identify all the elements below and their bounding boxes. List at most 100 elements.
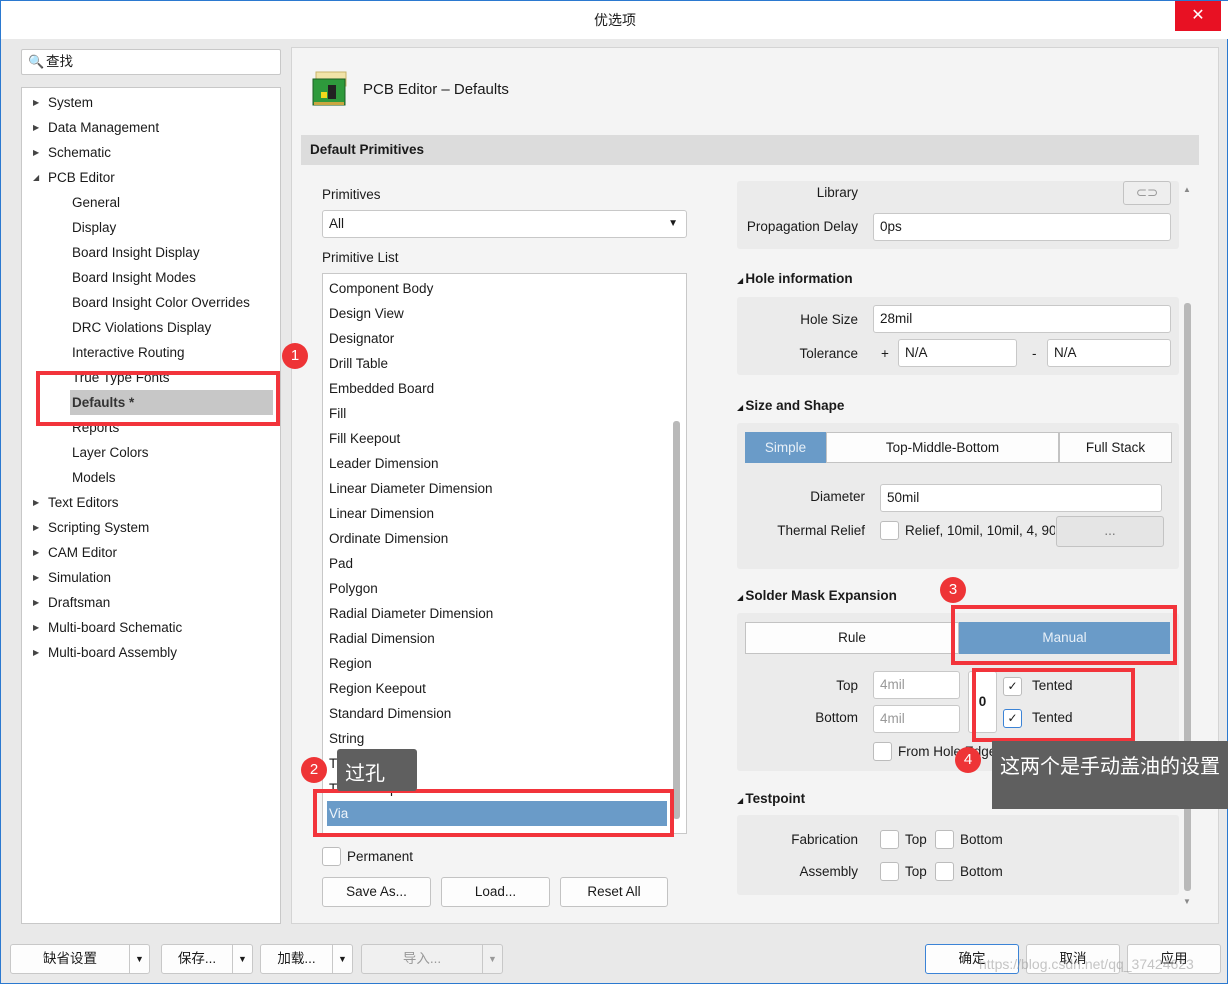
save-as-button[interactable]: Save As...: [322, 877, 431, 907]
collapsed-arrow-icon[interactable]: ▶: [33, 590, 39, 615]
tab-rule[interactable]: Rule: [745, 622, 959, 654]
tree-item[interactable]: Interactive Routing: [72, 340, 185, 365]
annotation-box-manual: [951, 605, 1177, 665]
primitive-list-item[interactable]: Embedded Board: [329, 376, 434, 401]
import-button[interactable]: 导入... ▼: [361, 944, 503, 974]
primitive-list-item[interactable]: Drill Table: [329, 351, 388, 376]
asm-bottom-checkbox[interactable]: [935, 862, 954, 881]
collapsed-arrow-icon[interactable]: ▶: [33, 140, 39, 165]
primitive-list-item[interactable]: Region Keepout: [329, 676, 426, 701]
primitive-list-item[interactable]: Radial Dimension: [329, 626, 435, 651]
close-button[interactable]: ✕: [1175, 1, 1221, 31]
settings-tree: ▶ System ▶ Data Management ▶ Schematic ◢ PCB Ed…: [21, 87, 281, 924]
tree-item[interactable]: ◢ PCB Editor: [33, 165, 115, 190]
mask-bottom-input[interactable]: 4mil: [873, 705, 960, 733]
chevron-down-icon[interactable]: ▼: [482, 945, 502, 973]
tree-item-label: Text Editors: [48, 495, 119, 510]
load-menu-button[interactable]: 加载... ▼: [260, 944, 353, 974]
primitive-list-item[interactable]: Linear Diameter Dimension: [329, 476, 493, 501]
from-hole-edge-checkbox[interactable]: [873, 742, 892, 761]
tree-item[interactable]: Models: [72, 465, 116, 490]
reset-all-button[interactable]: Reset All: [560, 877, 668, 907]
collapsed-arrow-icon[interactable]: ▶: [33, 515, 39, 540]
primitive-list-item[interactable]: Component Body: [329, 276, 433, 301]
search-input[interactable]: 🔍 查找: [21, 49, 281, 75]
primitive-list-item[interactable]: Radial Diameter Dimension: [329, 601, 493, 626]
scroll-down-icon[interactable]: ▼: [1183, 897, 1191, 906]
section-header: Default Primitives: [301, 135, 1199, 165]
hole-info-header[interactable]: ◢ Hole information: [737, 271, 853, 286]
primitive-list-item[interactable]: Pad: [329, 551, 353, 576]
primitive-list-item[interactable]: Polygon: [329, 576, 378, 601]
tab-full-stack[interactable]: Full Stack: [1059, 432, 1172, 463]
size-shape-header[interactable]: ◢ Size and Shape: [737, 398, 844, 413]
tree-item[interactable]: ▶ Draftsman: [33, 590, 110, 615]
testpoint-title: Testpoint: [745, 791, 806, 806]
primitive-list-item[interactable]: Region: [329, 651, 372, 676]
collapsed-arrow-icon[interactable]: ▶: [33, 615, 39, 640]
fab-bottom-checkbox[interactable]: [935, 830, 954, 849]
tree-item[interactable]: Board Insight Modes: [72, 265, 196, 290]
tree-item[interactable]: DRC Violations Display: [72, 315, 211, 340]
tree-item[interactable]: ▶ Multi-board Schematic: [33, 615, 182, 640]
tree-item[interactable]: Display: [72, 215, 116, 240]
tolerance-minus-input[interactable]: N/A: [1047, 339, 1171, 367]
collapsed-arrow-icon[interactable]: ▶: [33, 490, 39, 515]
fab-top-checkbox[interactable]: [880, 830, 899, 849]
primitive-list-item[interactable]: Fill: [329, 401, 346, 426]
primitive-list-item[interactable]: String: [329, 726, 364, 751]
thermal-checkbox[interactable]: [880, 521, 899, 540]
tolerance-plus-input[interactable]: N/A: [898, 339, 1017, 367]
primitive-list-item[interactable]: Ordinate Dimension: [329, 526, 448, 551]
tree-item[interactable]: ▶ Text Editors: [33, 490, 119, 515]
defaults-button[interactable]: 缺省设置 ▼: [10, 944, 150, 974]
tree-item[interactable]: ▶ Schematic: [33, 140, 111, 165]
chevron-down-icon[interactable]: ▼: [232, 945, 252, 973]
save-label: 保存...: [177, 951, 217, 966]
tree-item[interactable]: ▶ Scripting System: [33, 515, 149, 540]
asm-top-checkbox[interactable]: [880, 862, 899, 881]
solder-mask-header[interactable]: ◢ Solder Mask Expansion: [737, 588, 897, 603]
testpoint-header[interactable]: ◢ Testpoint: [737, 791, 805, 806]
chevron-down-icon[interactable]: ▼: [332, 945, 352, 973]
tree-item[interactable]: ▶ Multi-board Assembly: [33, 640, 177, 665]
tree-item[interactable]: Layer Colors: [72, 440, 149, 465]
tree-item[interactable]: General: [72, 190, 120, 215]
chevron-down-icon[interactable]: ▼: [129, 945, 149, 973]
chevron-down-icon: ▼: [668, 218, 678, 229]
save-button[interactable]: 保存... ▼: [161, 944, 253, 974]
thermal-edit-button[interactable]: ...: [1056, 516, 1164, 547]
collapsed-arrow-icon[interactable]: ▶: [33, 540, 39, 565]
list-scrollbar[interactable]: [673, 421, 680, 819]
tree-item[interactable]: ▶ System: [33, 90, 93, 115]
tree-item[interactable]: Board Insight Color Overrides: [72, 290, 250, 315]
tree-item-label: Board Insight Modes: [72, 270, 196, 285]
primitive-list-item[interactable]: Designator: [329, 326, 394, 351]
tree-item[interactable]: Board Insight Display: [72, 240, 200, 265]
primitives-select[interactable]: All ▼: [322, 210, 687, 238]
link-icon[interactable]: ⊂⊃: [1123, 181, 1171, 205]
propagation-input[interactable]: 0ps: [873, 213, 1171, 241]
primitive-list-item[interactable]: Linear Dimension: [329, 501, 434, 526]
collapsed-arrow-icon[interactable]: ▶: [33, 115, 39, 140]
collapsed-arrow-icon[interactable]: ▶: [33, 640, 39, 665]
tree-item[interactable]: ▶ Simulation: [33, 565, 111, 590]
scroll-up-icon[interactable]: ▲: [1183, 185, 1191, 194]
tab-top-middle-bottom[interactable]: Top-Middle-Bottom: [826, 432, 1059, 463]
primitive-list-item[interactable]: Leader Dimension: [329, 451, 439, 476]
mask-top-input[interactable]: 4mil: [873, 671, 960, 699]
hole-size-input[interactable]: 28mil: [873, 305, 1171, 333]
collapsed-arrow-icon[interactable]: ▶: [33, 565, 39, 590]
tree-item[interactable]: ▶ CAM Editor: [33, 540, 117, 565]
tree-item[interactable]: ▶ Data Management: [33, 115, 159, 140]
load-button[interactable]: Load...: [441, 877, 550, 907]
primitive-list-item[interactable]: Design View: [329, 301, 404, 326]
primitives-value: All: [329, 216, 345, 231]
primitive-list-item[interactable]: Standard Dimension: [329, 701, 451, 726]
permanent-checkbox[interactable]: [322, 847, 341, 866]
tab-simple[interactable]: Simple: [745, 432, 826, 463]
primitive-list-item[interactable]: Fill Keepout: [329, 426, 400, 451]
diameter-input[interactable]: 50mil: [880, 484, 1162, 512]
expanded-arrow-icon[interactable]: ◢: [33, 165, 39, 190]
collapsed-arrow-icon[interactable]: ▶: [33, 90, 39, 115]
